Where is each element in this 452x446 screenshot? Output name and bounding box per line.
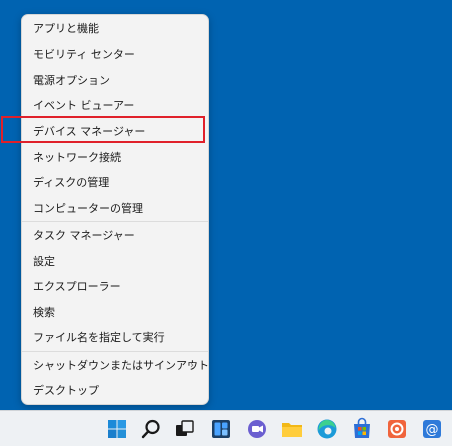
menu-item-event-viewer[interactable]: イベント ビューアー — [22, 93, 208, 117]
menu-item-network-connections[interactable]: ネットワーク接続 — [22, 145, 208, 169]
search-icon[interactable] — [139, 417, 163, 441]
menu-item-label: ディスクの管理 — [33, 176, 110, 189]
chat-icon[interactable] — [245, 417, 269, 441]
menu-item-label: イベント ビューアー — [33, 99, 135, 112]
menu-item-apps-features[interactable]: アプリと機能 — [22, 16, 208, 40]
menu-item-mobility-center[interactable]: モビリティ センター — [22, 42, 208, 66]
menu-item-label: モビリティ センター — [33, 48, 135, 61]
menu-item-settings[interactable]: 設定 — [22, 249, 208, 273]
menu-item-label: 電源オプション — [33, 74, 110, 87]
menu-item-task-manager[interactable]: タスク マネージャー — [22, 223, 208, 247]
start-icon[interactable] — [105, 417, 129, 441]
menu-item-desktop[interactable]: デスクトップ — [22, 378, 208, 402]
quick-link-menu: アプリと機能 モビリティ センター 電源オプション イベント ビューアー デバイ… — [21, 14, 209, 405]
widgets-icon[interactable] — [209, 417, 233, 441]
menu-item-label: タスク マネージャー — [33, 229, 135, 242]
edge-icon[interactable] — [315, 417, 339, 441]
menu-item-label: 検索 — [33, 306, 55, 319]
menu-item-disk-management[interactable]: ディスクの管理 — [22, 170, 208, 194]
menu-item-shutdown-signout[interactable]: シャットダウンまたはサインアウト › — [22, 353, 209, 377]
chevron-right-icon: › — [190, 359, 194, 371]
menu-item-label: 設定 — [33, 255, 55, 268]
menu-item-label: デスクトップ — [33, 384, 99, 397]
menu-item-search[interactable]: 検索 — [22, 300, 208, 324]
menu-item-run[interactable]: ファイル名を指定して実行 — [22, 325, 208, 349]
menu-item-label: ネットワーク接続 — [33, 151, 121, 164]
menu-item-power-options[interactable]: 電源オプション — [22, 68, 208, 92]
menu-item-label: シャットダウンまたはサインアウト — [33, 359, 209, 372]
menu-separator — [22, 351, 208, 352]
menu-item-label: エクスプローラー — [33, 280, 121, 293]
store-icon[interactable] — [350, 417, 374, 441]
menu-item-computer-management[interactable]: コンピューターの管理 — [22, 196, 208, 220]
svg-text:@: @ — [426, 423, 439, 438]
menu-item-label: ファイル名を指定して実行 — [33, 331, 165, 344]
task-view-icon[interactable] — [173, 417, 197, 441]
highlight-box-device-manager — [1, 116, 205, 143]
app-orange-icon[interactable] — [385, 417, 409, 441]
menu-item-label: コンピューターの管理 — [33, 202, 143, 215]
menu-separator — [22, 221, 208, 222]
menu-item-label: アプリと機能 — [33, 22, 99, 35]
mail-icon[interactable]: @ — [420, 417, 444, 441]
menu-item-file-explorer[interactable]: エクスプローラー — [22, 274, 208, 298]
file-explorer-icon[interactable] — [280, 417, 304, 441]
taskbar: @ — [0, 410, 452, 446]
